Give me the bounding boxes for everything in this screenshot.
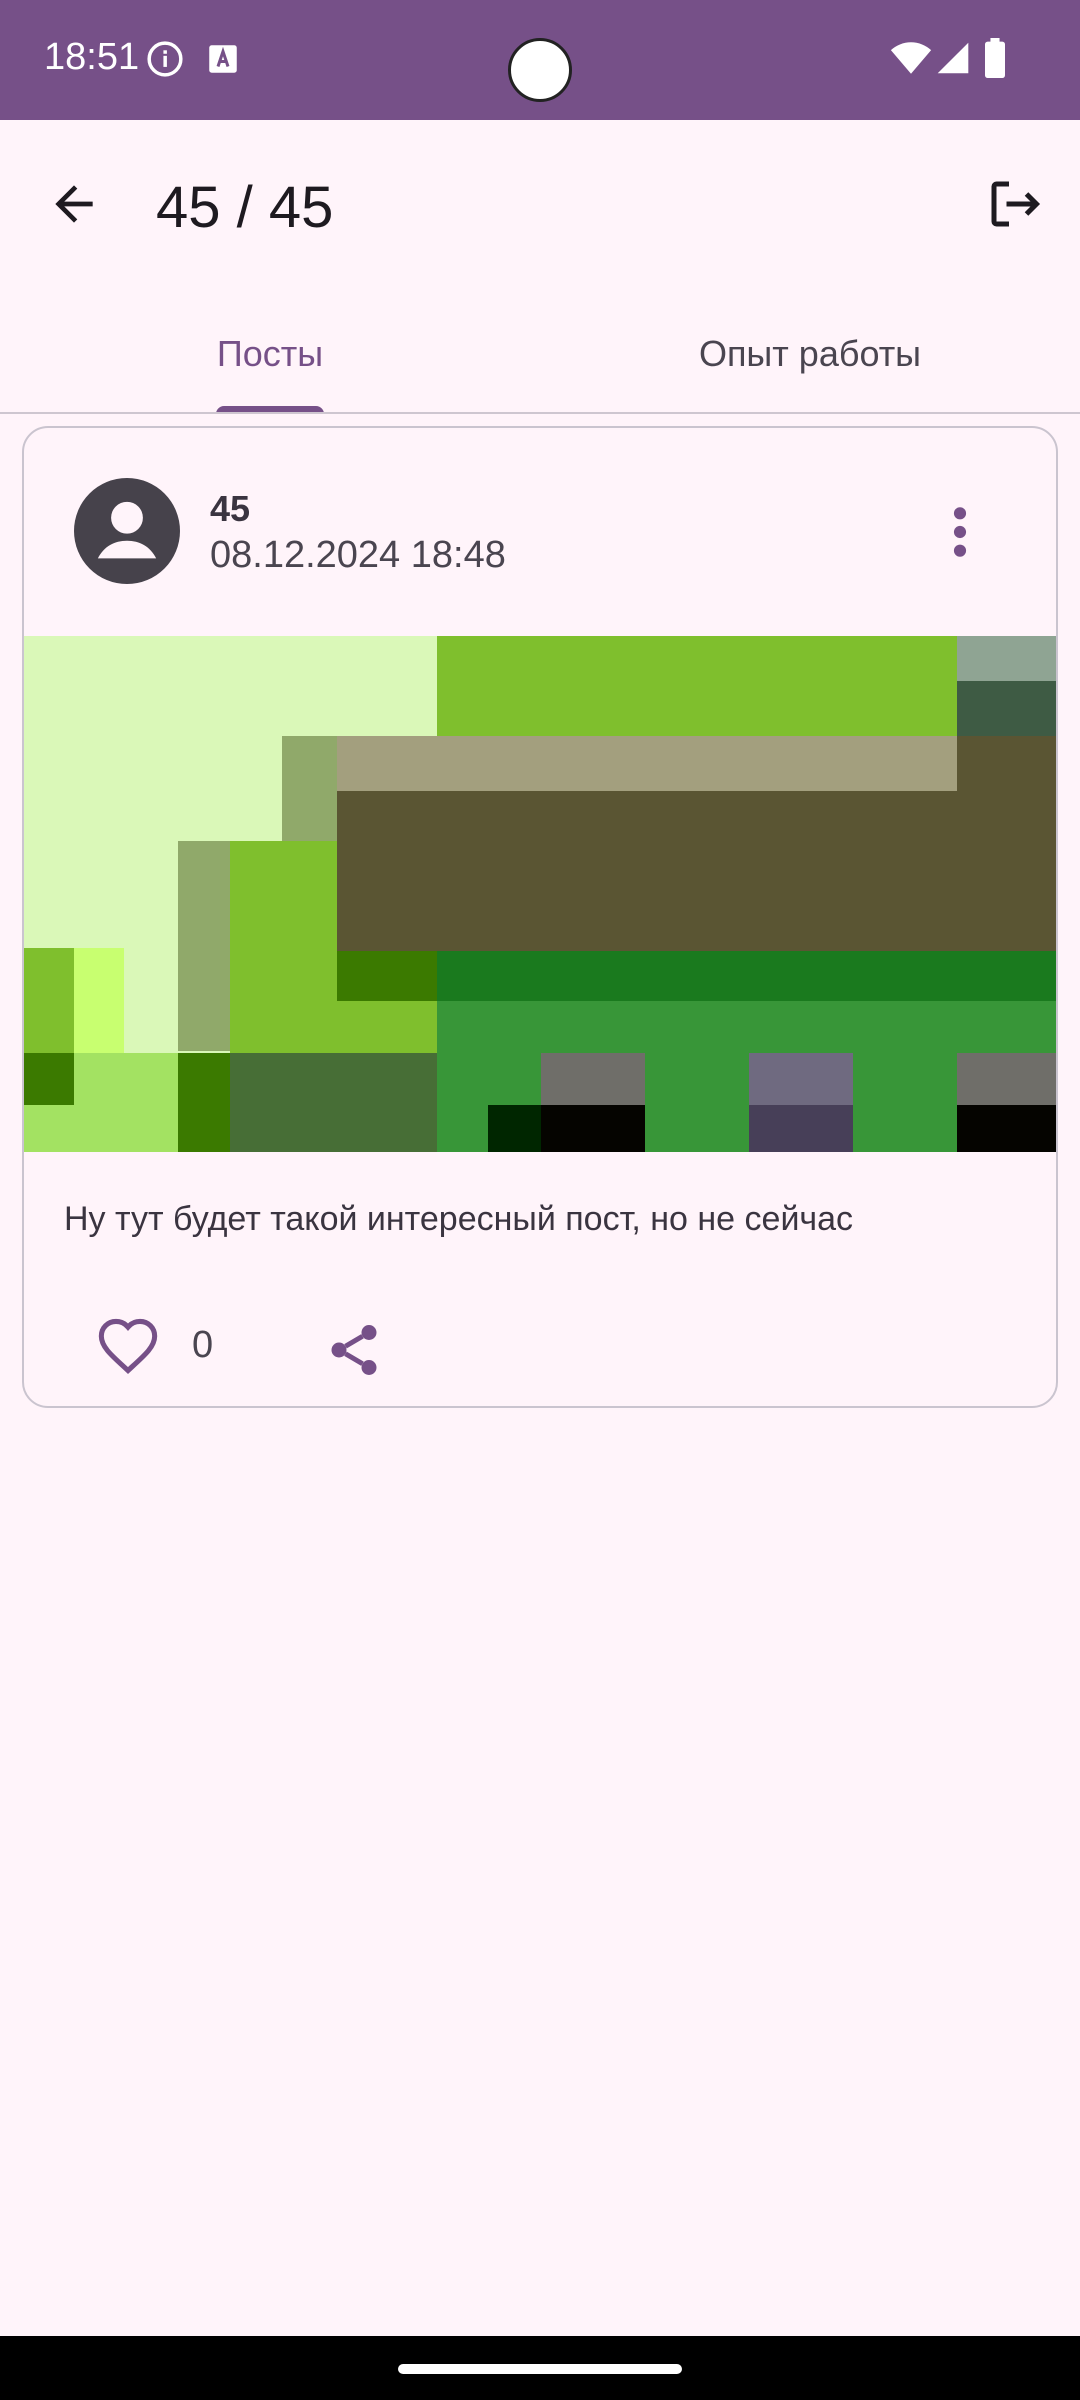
camera-cutout — [508, 38, 572, 102]
arrow-back-icon[interactable] — [46, 176, 102, 232]
tab-posts[interactable]: Посты — [0, 300, 540, 410]
status-time: 18:51 — [44, 36, 140, 78]
post-text: Ну тут будет такой интересный пост, но н… — [64, 1200, 854, 1238]
page-title: 45 / 45 — [156, 175, 334, 240]
share-icon[interactable] — [324, 1320, 384, 1380]
more-vert-icon[interactable] — [940, 504, 980, 560]
battery-icon — [985, 38, 1005, 78]
status-bar: 18:51 — [0, 0, 1080, 120]
post-image — [24, 636, 1056, 1152]
logout-icon[interactable] — [984, 174, 1044, 234]
avatar-icon — [74, 478, 180, 584]
tab-row: Посты Опыт работы — [0, 300, 1080, 414]
like-count: 0 — [192, 1324, 214, 1366]
tab-work-experience[interactable]: Опыт работы — [540, 300, 1080, 410]
post-author: 45 — [210, 488, 251, 529]
heart-icon[interactable] — [94, 1314, 162, 1378]
wifi-icon — [890, 42, 932, 74]
tabs-divider — [0, 412, 1080, 414]
post-card[interactable]: 45 08.12.2024 18:48 Ну тут будет такой и… — [22, 426, 1058, 1408]
home-indicator[interactable] — [398, 2364, 682, 2374]
signal-icon — [937, 42, 969, 74]
info-icon — [147, 41, 183, 77]
translate-icon — [209, 45, 237, 73]
post-date: 08.12.2024 18:48 — [210, 534, 506, 576]
